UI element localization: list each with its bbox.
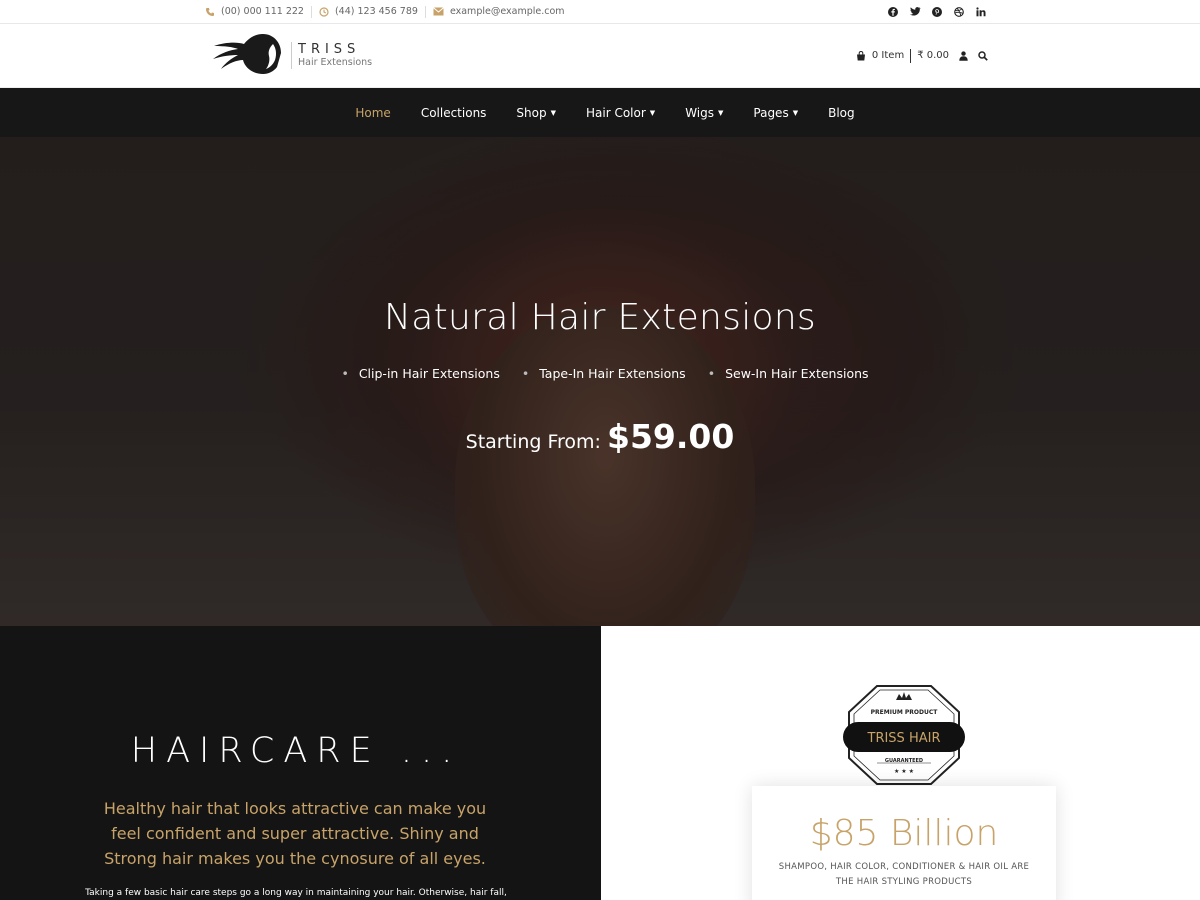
- nav-item-home[interactable]: Home: [355, 106, 390, 120]
- hours-text: (44) 123 456 789: [334, 5, 418, 17]
- social-links: [885, 4, 989, 20]
- user-icon[interactable]: [959, 50, 968, 61]
- extension-types: Clip-in Hair Extensions Tape-In Hair Ext…: [10, 366, 1200, 381]
- badge-name-text: TRISS HAIR: [867, 731, 941, 746]
- logo-text: TRISS Hair Extensions: [291, 42, 372, 69]
- caret-down-icon: ▼: [718, 108, 724, 117]
- email-contact[interactable]: example@example.com: [426, 6, 572, 18]
- clock-icon: [319, 6, 329, 17]
- nav-item-blog[interactable]: Blog: [828, 106, 855, 120]
- extension-type-item: Clip-in Hair Extensions: [341, 366, 500, 381]
- caret-down-icon: ▼: [550, 108, 556, 117]
- hours-contact[interactable]: (44) 123 456 789: [312, 5, 426, 18]
- nav-item-label: Pages: [753, 105, 789, 120]
- search-icon[interactable]: [978, 50, 988, 61]
- nav-item-hair-color[interactable]: Hair Color ▼: [586, 106, 655, 120]
- badge-bottom-text: GUARANTEED: [885, 758, 923, 764]
- logo-subtitle: Hair Extensions: [298, 57, 373, 68]
- logo-title: TRISS: [298, 42, 361, 57]
- extension-type-item: Sew-In Hair Extensions: [708, 366, 868, 381]
- hero-title: Natural Hair Extensions: [384, 297, 816, 338]
- stat-value: $85 Billion: [809, 813, 999, 854]
- haircare-tagline: Healthy hair that looks attractive can m…: [103, 799, 487, 868]
- logo-silhouette-icon: [211, 32, 283, 80]
- nav-item-label: Shop: [516, 105, 547, 120]
- nav-item-label: Wigs: [685, 105, 714, 120]
- nav-item-label: Collections: [420, 105, 487, 120]
- price-value: $59.00: [607, 417, 735, 456]
- haircare-heading: HAIRCARE ...: [130, 731, 462, 771]
- stat-description: SHAMPOO, HAIR COLOR, CONDITIONER & HAIR …: [778, 862, 1030, 887]
- pinterest-icon[interactable]: [929, 4, 945, 20]
- phone-icon: [205, 7, 215, 17]
- haircare-panel: HAIRCARE ... Healthy hair that looks att…: [0, 626, 601, 900]
- linkedin-icon[interactable]: [973, 4, 989, 20]
- nav-item-pages[interactable]: Pages ▼: [753, 106, 798, 120]
- cart-summary: 0 Item ₹ 0.00: [856, 48, 988, 63]
- cart-total[interactable]: ₹ 0.00: [917, 50, 949, 61]
- badge-stars: ★ ★ ★: [894, 768, 914, 775]
- facebook-icon[interactable]: [885, 4, 901, 20]
- stat-card: $85 Billion SHAMPOO, HAIR COLOR, CONDITI…: [752, 786, 1056, 900]
- top-bar: (00) 000 111 222 (44) 123 456 789 exampl…: [0, 0, 1200, 24]
- nav-item-wigs[interactable]: Wigs ▼: [685, 106, 723, 120]
- premium-product-badge: PREMIUM PRODUCT TRISS HAIR GUARANTEED ★ …: [841, 682, 967, 792]
- phone-contact[interactable]: (00) 000 111 222: [205, 5, 312, 18]
- site-header: TRISS Hair Extensions 0 Item ₹ 0.00: [0, 24, 1200, 88]
- badge-top-text: PREMIUM PRODUCT: [871, 709, 939, 716]
- nav-item-shop[interactable]: Shop ▼: [516, 106, 556, 120]
- price-label: Starting From:: [465, 431, 601, 453]
- caret-down-icon: ▼: [649, 108, 656, 117]
- envelope-icon: [433, 7, 444, 16]
- nav-item-collections[interactable]: Collections: [421, 106, 487, 120]
- hero-banner: Natural Hair Extensions Clip-in Hair Ext…: [0, 137, 1200, 626]
- site-logo[interactable]: TRISS Hair Extensions: [211, 32, 372, 80]
- nav-item-label: Home: [355, 105, 391, 120]
- stat-panel: PREMIUM PRODUCT TRISS HAIR GUARANTEED ★ …: [601, 626, 1200, 900]
- caret-down-icon: ▼: [792, 108, 799, 117]
- haircare-body: Taking a few basic hair care steps go a …: [85, 888, 507, 898]
- phone-text: (00) 000 111 222: [221, 5, 304, 17]
- cart-divider: [910, 48, 912, 63]
- twitter-icon[interactable]: [907, 4, 923, 20]
- hero-content: Natural Hair Extensions Clip-in Hair Ext…: [0, 297, 1200, 456]
- haircare-section: HAIRCARE ... Healthy hair that looks att…: [0, 626, 1200, 900]
- cart-item-count[interactable]: 0 Item: [872, 50, 904, 61]
- nav-item-label: Hair Color: [586, 105, 646, 120]
- shopping-bag-icon[interactable]: [856, 50, 866, 61]
- main-navigation: Home Collections Shop ▼ Hair Color ▼ Wigs ▼…: [0, 88, 1200, 137]
- nav-item-label: Blog: [828, 105, 855, 120]
- email-text: example@example.com: [449, 5, 565, 17]
- hero-price: Starting From: $59.00: [0, 417, 1200, 456]
- extension-type-item: Tape-In Hair Extensions: [522, 366, 685, 381]
- contact-info: (00) 000 111 222 (44) 123 456 789 exampl…: [205, 5, 572, 18]
- dribbble-icon[interactable]: [951, 4, 967, 20]
